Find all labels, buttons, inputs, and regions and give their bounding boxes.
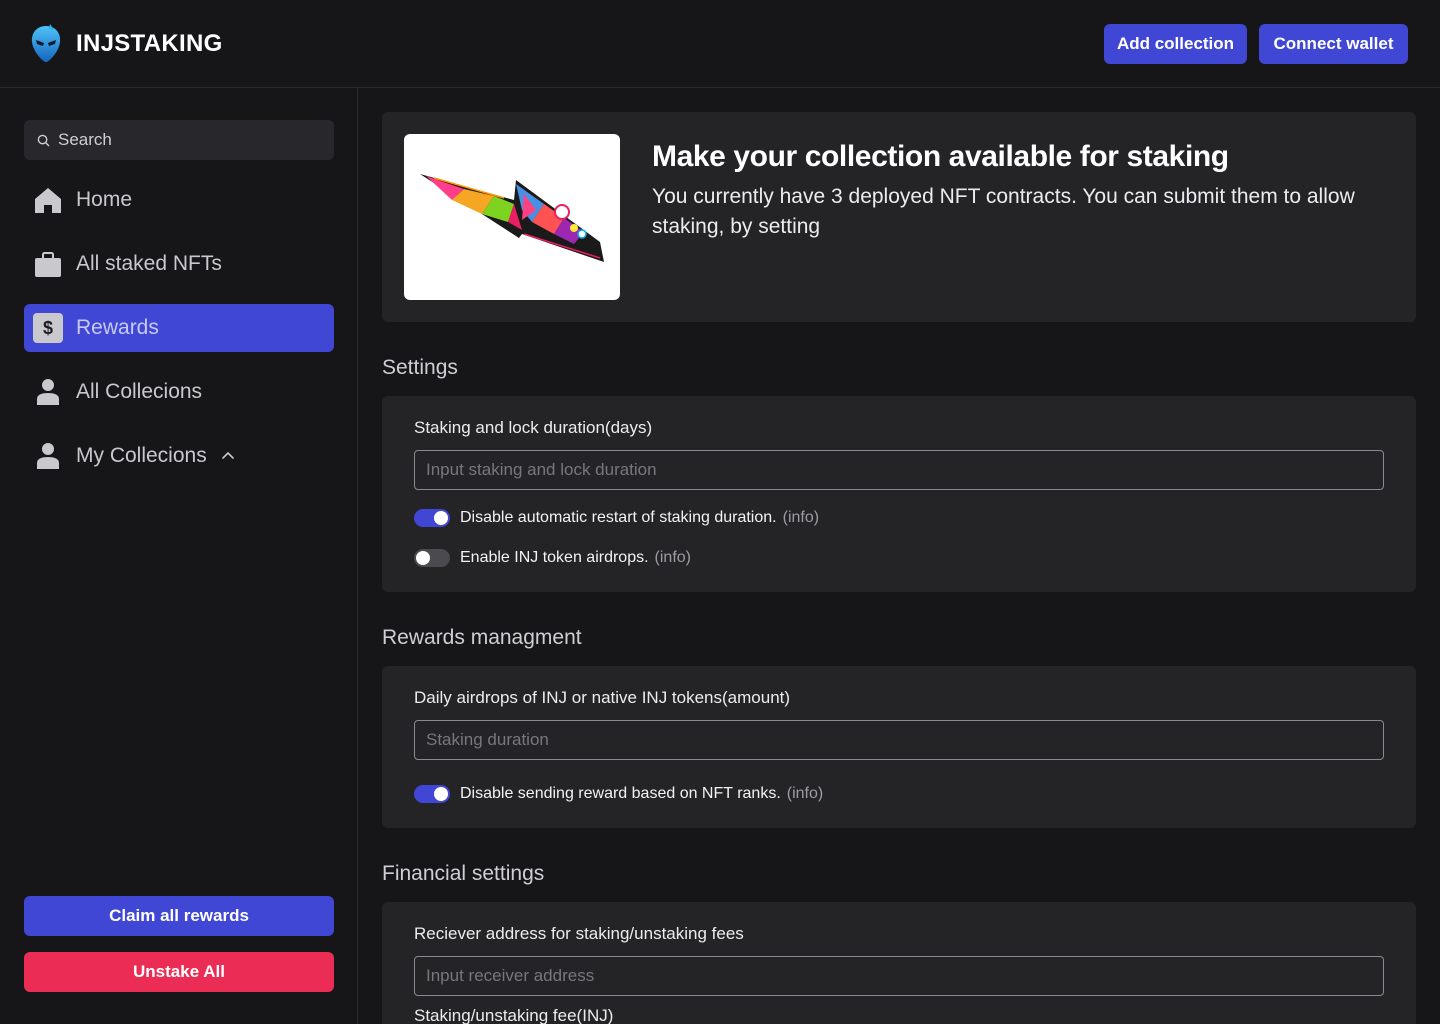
sidebar-item-home[interactable]: Home	[24, 176, 334, 224]
airdrops-toggle[interactable]	[414, 549, 450, 567]
sidebar-item-label: Rewards	[76, 316, 159, 339]
toggle-label: Disable automatic restart of staking dur…	[460, 509, 777, 526]
sidebar-item-all-collections[interactable]: All Collecions	[24, 368, 334, 416]
rewards-card: Daily airdrops of INJ or native INJ toke…	[382, 666, 1416, 828]
sidebar-item-label: All staked NFTs	[76, 252, 222, 275]
toggle-row-rank-reward: Disable sending reward based on NFT rank…	[414, 783, 823, 805]
logo-icon	[31, 24, 61, 62]
toggle-label: Enable INJ token airdrops.	[460, 549, 649, 566]
info-link[interactable]: (info)	[655, 549, 691, 567]
auto-restart-toggle[interactable]	[414, 509, 450, 527]
fee-label: Staking/unstaking fee(INJ)	[414, 1006, 614, 1024]
user-icon	[33, 377, 63, 407]
settings-title: Settings	[382, 356, 458, 379]
info-link[interactable]: (info)	[783, 509, 819, 527]
chevron-up-icon[interactable]	[221, 449, 235, 463]
user-icon	[33, 441, 63, 471]
receiver-label: Reciever address for staking/unstaking f…	[414, 924, 744, 943]
hero-card: Make your collection available for staki…	[382, 112, 1416, 322]
sidebar-item-label: My Collecions	[76, 444, 207, 467]
info-link[interactable]: (info)	[787, 785, 823, 803]
hero-title: Make your collection available for staki…	[652, 140, 1229, 173]
claim-all-rewards-button[interactable]: Claim all rewards	[24, 896, 334, 936]
airdrop-amount-input[interactable]	[414, 720, 1384, 760]
settings-card: Staking and lock duration(days) Disable …	[382, 396, 1416, 592]
add-collection-button[interactable]: Add collection	[1104, 24, 1247, 64]
sidebar-item-all-staked-nfts[interactable]: All staked NFTs	[24, 240, 334, 288]
hero-description: You currently have 3 deployed NFT contra…	[652, 185, 1355, 238]
financial-title: Financial settings	[382, 862, 545, 885]
unstake-all-button[interactable]: Unstake All	[24, 952, 334, 992]
rank-reward-toggle[interactable]	[414, 785, 450, 803]
dollar-icon: $	[33, 313, 63, 343]
duration-label: Staking and lock duration(days)	[414, 418, 653, 437]
toggle-row-airdrops: Enable INJ token airdrops. (info)	[414, 547, 691, 569]
airdrop-label: Daily airdrops of INJ or native INJ toke…	[414, 688, 791, 707]
receiver-address-input[interactable]	[414, 956, 1384, 996]
financial-card: Reciever address for staking/unstaking f…	[382, 902, 1416, 1024]
connect-wallet-button[interactable]: Connect wallet	[1259, 24, 1408, 64]
sidebar: Home All staked NFTs $ Rewards All Colle…	[0, 88, 358, 1024]
toggle-label: Disable sending reward based on NFT rank…	[460, 785, 781, 802]
top-header: INJSTAKING Add collection Connect wallet	[0, 0, 1440, 88]
toggle-row-auto-restart: Disable automatic restart of staking dur…	[414, 507, 819, 529]
collection-image	[404, 134, 620, 300]
briefcase-icon	[33, 249, 63, 279]
search-icon	[37, 134, 50, 146]
sidebar-item-rewards[interactable]: $ Rewards	[24, 304, 334, 352]
sidebar-item-label: All Collecions	[76, 380, 203, 403]
home-icon	[33, 185, 63, 215]
search-input[interactable]	[58, 130, 318, 150]
sidebar-item-label: Home	[76, 188, 133, 211]
brand-name: INJSTAKING	[76, 30, 223, 57]
duration-input[interactable]	[414, 450, 1384, 490]
search-box[interactable]	[24, 120, 334, 160]
sidebar-item-my-collections[interactable]: My Collecions	[24, 432, 334, 480]
rewards-title: Rewards managment	[382, 626, 582, 649]
